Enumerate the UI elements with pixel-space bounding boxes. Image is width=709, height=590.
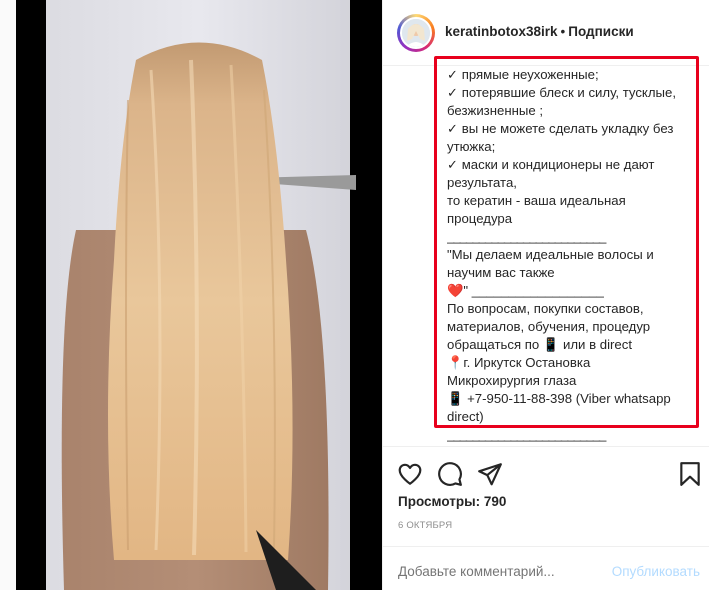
caption-line: процедура	[447, 211, 513, 226]
caption-line: _________________________	[447, 427, 606, 442]
caption-line: утюжка;	[447, 139, 496, 154]
comment-input[interactable]	[398, 564, 598, 579]
caption-line: ✓ вы не можете сделать укладку без	[447, 121, 674, 136]
caption-line: научим вас также	[447, 265, 555, 280]
caption-line: По вопросам, покупки составов,	[447, 301, 644, 316]
post-date[interactable]: 6 ОКТЯБРЯ	[398, 520, 452, 531]
username-link[interactable]: keratinbotox38irk	[445, 24, 558, 39]
caption-line: ✓ потерявшие блеск и силу, тусклые,	[447, 85, 677, 100]
hair-video-frame	[16, 0, 382, 590]
share-icon[interactable]	[477, 461, 503, 487]
caption-line: ✓ прямые неухоженные;	[447, 67, 599, 82]
views-count[interactable]: Просмотры: 790	[398, 494, 506, 509]
heart-icon[interactable]	[397, 461, 423, 487]
caption-line: Микрохирургия глаза	[447, 373, 577, 388]
caption-line: обращаться по 📱 или в direct	[447, 337, 632, 352]
caption-line: _________________________	[447, 229, 606, 244]
action-bar	[383, 446, 709, 500]
comment-bar: Опубликовать	[383, 546, 709, 590]
header-line: keratinbotox38irk • Подписки	[445, 24, 634, 39]
caption-line: ❤️" __________________	[447, 283, 604, 298]
bookmark-icon[interactable]	[677, 461, 703, 487]
caption-line: 📱 +7-950-11-88-398 (Viber whatsapp	[447, 391, 671, 406]
caption-line: материалов, обучения, процедур	[447, 319, 651, 334]
caption-line: то кератин - ваша идеальная	[447, 193, 626, 208]
caption-line: direct)	[447, 409, 484, 424]
header-separator: •	[560, 24, 566, 39]
caption-line: 📍г. Иркутск Остановка	[447, 355, 591, 370]
following-button[interactable]: Подписки	[568, 24, 633, 39]
post-video[interactable]	[16, 0, 382, 590]
caption-line: "Мы делаем идеальные волосы и	[447, 247, 654, 262]
comment-icon[interactable]	[437, 461, 463, 487]
caption-line: безжизненные ;	[447, 103, 544, 118]
caption-text: ✓ прямые неухоженные; ✓ потерявшие блеск …	[447, 66, 703, 444]
avatar-image-icon	[402, 19, 430, 47]
caption-line: результата,	[447, 175, 517, 190]
post-sidebar: keratinbotox38irk • Подписки ✓ прямые неух…	[382, 0, 709, 590]
post-caption: ✓ прямые неухоженные; ✓ потерявшие блеск …	[447, 66, 703, 444]
avatar-story-ring[interactable]	[397, 14, 435, 52]
avatar[interactable]	[400, 17, 432, 49]
background-strip	[0, 0, 16, 590]
publish-button[interactable]: Опубликовать	[612, 564, 700, 579]
post-header: keratinbotox38irk • Подписки	[383, 0, 709, 66]
caption-line: ✓ маски и кондиционеры не дают	[447, 157, 655, 172]
